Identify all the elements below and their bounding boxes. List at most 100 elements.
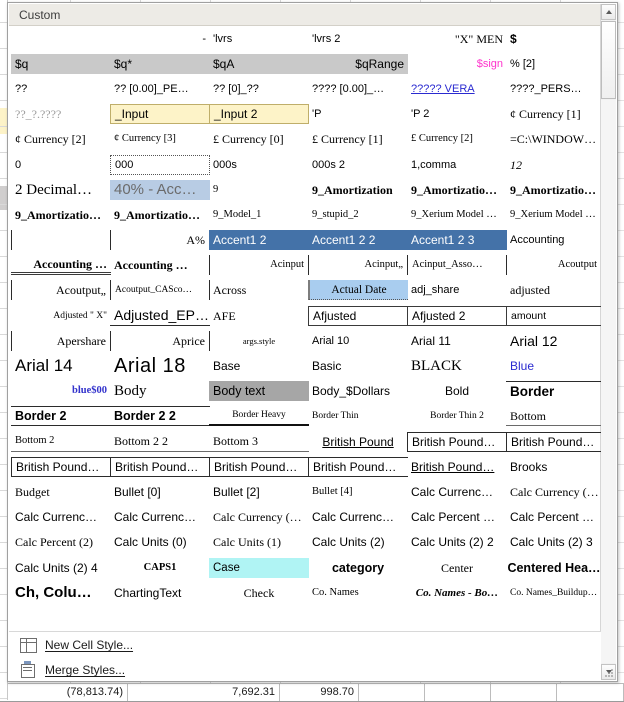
sheet-cell[interactable] [425,684,491,701]
style-swatch[interactable]: Case [209,555,309,580]
style-swatch[interactable]: Calc Currenc… [407,479,507,504]
style-swatch[interactable]: Check [209,580,309,605]
style-swatch[interactable]: Acinput_Asso… [407,253,507,278]
style-swatch[interactable]: 9_Amortizatio… [407,177,507,202]
scroll-up-button[interactable] [601,4,616,20]
style-swatch[interactable]: "X" MEN [407,26,507,51]
menu-item-merge-styles[interactable]: Merge Styles... [9,657,601,681]
style-swatch[interactable]: 9 [209,177,309,202]
style-swatch[interactable]: ???? [0.00]_… [308,76,408,101]
style-swatch[interactable]: Calc Currenc… [110,505,210,530]
style-swatch[interactable]: CAPS1 [110,555,210,580]
style-swatch[interactable]: Bullet [0] [110,479,210,504]
style-swatch[interactable]: Border Thin 2 [407,404,507,429]
style-swatch[interactable]: British Pound… [407,429,507,454]
style-swatch[interactable]: Accounting [506,228,601,253]
style-swatch[interactable]: Centered Hea… [506,555,601,580]
style-swatch[interactable]: Acinput [209,253,309,278]
style-swatch[interactable]: Calc Currency (… [209,505,309,530]
style-swatch[interactable]: Accent1 2 [209,228,309,253]
style-swatch[interactable]: Bullet [4] [308,479,408,504]
style-swatch[interactable]: Calc Percent … [506,505,601,530]
style-swatch[interactable]: $qRange [308,51,408,76]
style-swatch[interactable]: ¢ Currency [1] [506,102,601,127]
style-swatch[interactable]: 9_Model_1 [209,202,309,227]
style-swatch[interactable]: 000s [209,152,309,177]
style-swatch[interactable]: 9_stupid_2 [308,202,408,227]
style-swatch[interactable]: 40% - Acc… [110,177,210,202]
style-swatch[interactable]: 12 [506,152,601,177]
style-swatch[interactable]: Acoutput„ [11,278,111,303]
style-swatch[interactable]: - [110,26,210,51]
style-swatch[interactable]: 2 Decimal… [11,177,111,202]
style-swatch[interactable]: £ Currency [2] [407,127,507,152]
style-swatch[interactable]: Accent1 2 3 [407,228,507,253]
sheet-cell[interactable]: (78,813.74) [8,684,128,701]
style-swatch[interactable]: 1,comma [407,152,507,177]
style-swatch[interactable]: =C:\WINDOW… [506,127,601,152]
style-swatch[interactable]: Basic [308,353,408,378]
style-swatch[interactable]: 'P [308,102,408,127]
style-swatch[interactable]: British Pound… [110,454,210,479]
style-swatch[interactable]: Border 2 2 [110,404,210,429]
style-swatch[interactable]: Calc Units (1) [209,530,309,555]
sheet-cell[interactable] [359,684,425,701]
style-swatch[interactable]: Calc Percent (2) [11,530,111,555]
style-swatch[interactable]: Border Heavy [209,404,309,429]
style-swatch[interactable]: Accounting … [11,253,111,278]
style-swatch[interactable]: Bottom 2 [11,429,111,454]
style-swatch[interactable]: Afjusted [308,303,408,328]
style-swatch[interactable]: Calc Units (2) 4 [11,555,111,580]
style-swatch[interactable]: Bottom 3 [209,429,309,454]
style-swatch[interactable]: Accounting … [110,253,210,278]
style-swatch[interactable]: Adjusted_EP… [110,303,210,328]
style-swatch[interactable]: Arial 14 [11,353,111,378]
style-swatch[interactable]: Acinput„ [308,253,408,278]
style-swatch[interactable]: Afjusted 2 [407,303,507,328]
style-swatch[interactable]: Bottom 2 2 [110,429,210,454]
style-swatch[interactable]: Arial 10 [308,328,408,353]
style-swatch[interactable]: category [308,555,408,580]
style-swatch[interactable]: $q* [110,51,210,76]
style-swatch[interactable]: 'lvrs [209,26,309,51]
style-swatch[interactable]: Body text [209,379,309,404]
style-swatch[interactable]: 9_Amortizatio… [506,177,601,202]
style-swatch[interactable]: Co. Names - Bo… [407,580,507,605]
style-swatch[interactable]: ChartingText [110,580,210,605]
scrollbar-thumb[interactable] [601,21,616,99]
sheet-cell[interactable] [491,684,557,701]
style-swatch[interactable]: Acoutput_CASco… [110,278,210,303]
style-swatch[interactable]: British Pound… [506,429,601,454]
style-swatch[interactable]: 'P 2 [407,102,507,127]
style-swatch[interactable]: ¢ Currency [3] [110,127,210,152]
resize-grip-icon[interactable] [605,669,614,678]
style-swatch[interactable]: Calc Units (0) [110,530,210,555]
style-swatch[interactable]: $sign [407,51,507,76]
style-swatch[interactable]: A% [110,228,210,253]
style-swatch[interactable]: Calc Units (2) 2 [407,530,507,555]
style-swatch[interactable]: amount [506,303,601,328]
style-swatch[interactable]: 9_Amortizatio… [110,202,210,227]
style-swatch[interactable]: Arial 11 [407,328,507,353]
style-swatch[interactable]: Aprice [110,328,210,353]
style-swatch[interactable]: 'lvrs 2 [308,26,408,51]
sheet-cell[interactable]: 7,692.31 [160,684,280,701]
style-swatch[interactable]: args.style [209,328,309,353]
style-swatch[interactable]: Base [209,353,309,378]
style-swatch[interactable]: 0 [11,152,111,177]
style-swatch[interactable]: British Pound… [209,454,309,479]
scrollbar-track[interactable] [601,100,616,663]
style-swatch[interactable]: Calc Units (2) 3 [506,530,601,555]
style-swatch[interactable]: Arial 12 [506,328,601,353]
style-swatch[interactable]: adj_share [407,278,507,303]
style-swatch[interactable]: Accent1 2 2 [308,228,408,253]
style-swatch[interactable]: 000 [110,152,210,177]
style-swatch[interactable]: Center [407,555,507,580]
style-swatch[interactable]: Border 2 [11,404,111,429]
style-swatch[interactable]: ??_?.???? [11,102,111,127]
style-swatch[interactable]: 9_Xerium Model … [407,202,507,227]
style-swatch[interactable]: % [2] [506,51,601,76]
style-swatch[interactable]: British Pound… [407,454,507,479]
style-swatch[interactable]: $qA [209,51,309,76]
style-swatch[interactable]: Arial 18 [110,353,210,378]
